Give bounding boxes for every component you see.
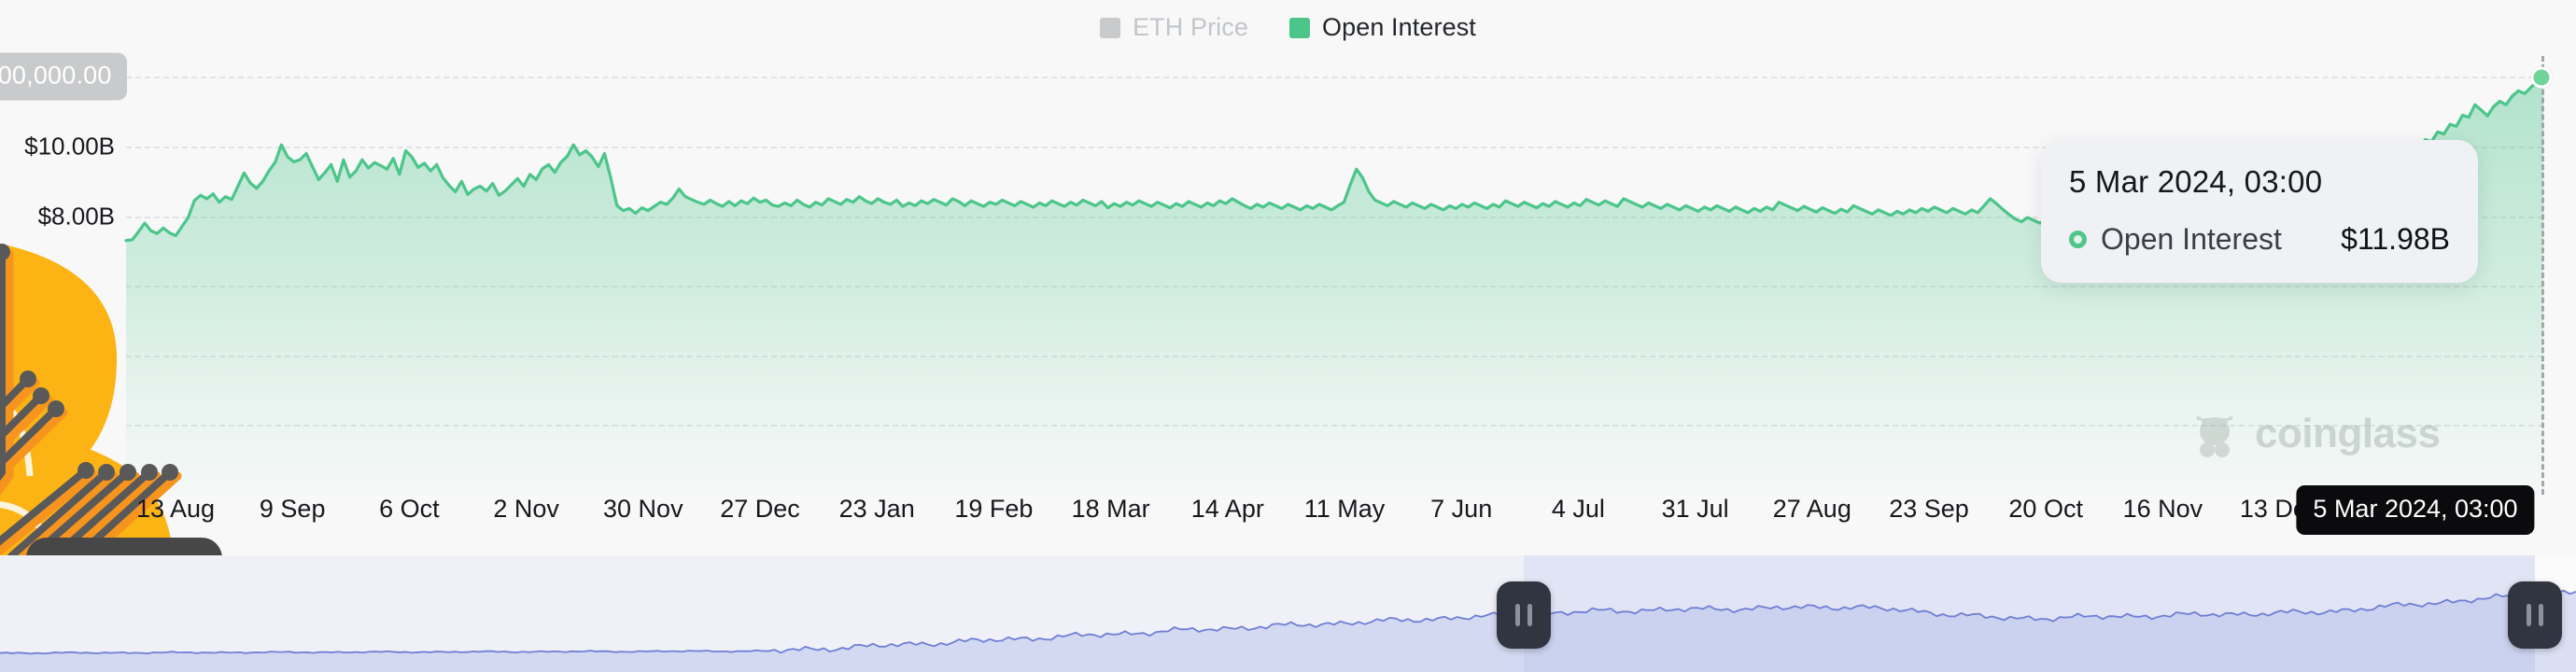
navigator-series: [0, 589, 2576, 672]
y-axis-tick-label: $8.00B: [37, 202, 115, 231]
legend-label-open-interest: Open Interest: [1322, 13, 1476, 41]
navigator-handle-right[interactable]: [2508, 581, 2562, 649]
x-axis-tick-label: 20 Oct: [2008, 495, 2083, 523]
x-axis-tick-label: 19 Feb: [954, 495, 1034, 523]
tooltip-series-row: Open Interest $11.98B: [2069, 222, 2450, 257]
x-axis-crosshair-badge: 5 Mar 2024, 03:00: [2296, 485, 2535, 535]
chart-tooltip: 5 Mar 2024, 03:00 Open Interest $11.98B: [2041, 140, 2478, 283]
legend-swatch-icon: [1100, 17, 1121, 38]
x-axis-tick-label: 11 May: [1303, 495, 1386, 523]
chart-legend: ETH Price Open Interest: [0, 13, 2576, 42]
x-axis-tick-label: 16 Nov: [2122, 495, 2203, 523]
tooltip-series-value: $11.98B: [2341, 222, 2450, 256]
coinglass-watermark-text: coinglass: [2255, 411, 2441, 456]
crosshair-vertical-line: [2541, 56, 2544, 495]
x-axis-tick-label: 31 Jul: [1661, 495, 1729, 523]
legend-swatch-icon: [1289, 17, 1310, 38]
y-axis-tick-label: $10.00B: [24, 132, 115, 161]
x-axis-tick-label: 13 Aug: [135, 495, 216, 523]
legend-item-open-interest[interactable]: Open Interest: [1289, 13, 1476, 42]
x-axis: 13 Aug 9 Sep 6 Oct 2 Nov 30 Nov 27 Dec 23 Jan 1…: [126, 485, 2543, 541]
x-axis-tick-label: 14 Apr: [1190, 495, 1264, 523]
tooltip-date: 5 Mar 2024, 03:00: [2069, 164, 2323, 199]
navigator-handle-left[interactable]: [1497, 581, 1551, 649]
coinglass-watermark: coinglass: [2189, 409, 2441, 459]
chart-app: ETH Price Open Interest coinglass $10.00…: [0, 0, 2576, 672]
x-axis-tick-label: 6 Oct: [379, 495, 440, 523]
drag-handle-icon: [1527, 604, 1532, 626]
tooltip-series-name: Open Interest: [2101, 222, 2282, 256]
x-axis-tick-label: 7 Jun: [1430, 495, 1493, 523]
y-axis: $10.00B $8.00B 12,000,000,000.00: [0, 52, 127, 495]
legend-item-eth-price[interactable]: ETH Price: [1100, 13, 1248, 42]
crosshair-point-marker: [2530, 66, 2553, 89]
x-axis-tick-label: 27 Dec: [720, 495, 800, 523]
bull-mascot-icon: [2196, 416, 2233, 457]
x-axis-tick-label: 23 Jan: [838, 495, 915, 523]
x-axis-tick-label: 18 Mar: [1071, 495, 1150, 523]
x-axis-tick-label: 27 Aug: [1772, 495, 1851, 523]
chart-navigator[interactable]: [0, 555, 2576, 672]
x-axis-tick-label: 30 Nov: [603, 495, 683, 523]
drag-handle-icon: [2527, 604, 2531, 626]
legend-label-eth-price: ETH Price: [1133, 13, 1248, 41]
tooltip-series-dot-icon: [2069, 231, 2087, 248]
x-axis-tick-label: 4 Jul: [1551, 495, 1605, 523]
drag-handle-icon: [1515, 604, 1520, 626]
x-axis-tick-label: 9 Sep: [259, 495, 326, 523]
y-axis-crosshair-badge: 12,000,000,000.00: [0, 52, 127, 101]
drag-handle-icon: [2539, 604, 2543, 626]
x-axis-tick-label: 23 Sep: [1889, 495, 1969, 523]
x-axis-tick-label: 2 Nov: [493, 495, 559, 523]
